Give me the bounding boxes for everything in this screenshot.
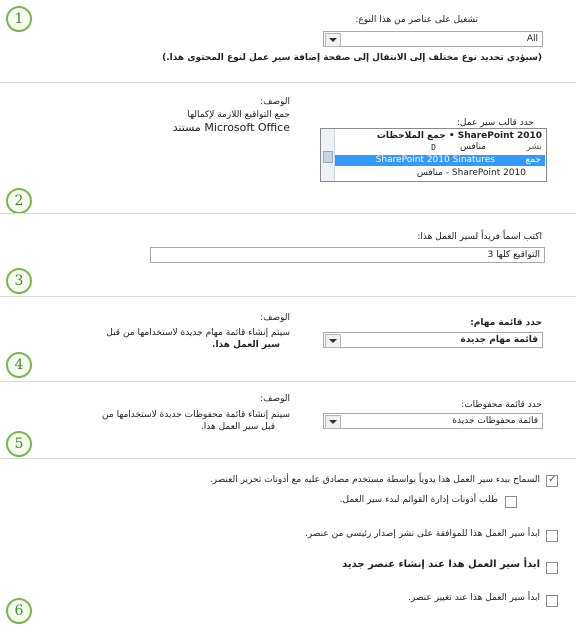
template-label: حدد قالب سير عمل: xyxy=(456,118,534,128)
content-type-select[interactable]: All xyxy=(323,31,543,47)
template-desc-line2: Microsoft Office مستند xyxy=(172,121,290,134)
step-6-badge: 6 xyxy=(6,598,32,624)
history-desc-line2: قبل سير العمل هذا. xyxy=(200,422,275,432)
step-2-badge: 2 xyxy=(6,188,32,214)
allow-manual-start-label: السماح ببدء سير العمل هذا يدوياً بواسطة … xyxy=(209,475,540,485)
history-list-select[interactable]: قائمة محفوظات جديدة xyxy=(323,413,543,429)
history-desc-line1: سيتم إنشاء قائمة محفوظات جديدة لاستخدامه… xyxy=(102,410,290,420)
divider xyxy=(0,213,576,214)
step-5-badge: 5 xyxy=(6,431,32,457)
start-on-publish-checkbox[interactable] xyxy=(546,530,558,542)
template-option[interactable]: SharePoint 2010 - منافس xyxy=(321,168,546,179)
step-4-badge: 4 xyxy=(6,352,32,378)
template-option[interactable]: منافس D xyxy=(321,142,546,153)
history-list-value: قائمة محفوظات جديدة xyxy=(452,416,538,426)
require-manage-lists-label: طلب أذونات إدارة القوائم لبدء سير العمل. xyxy=(339,495,498,505)
start-on-change-label: ابدأ سير العمل هذا عند تغيير عنصر. xyxy=(408,593,540,603)
start-on-create-label: ابدأ سير العمل هذا عند إنشاء عنصر جديد xyxy=(342,559,540,570)
chevron-down-icon[interactable] xyxy=(325,33,341,47)
chevron-down-icon[interactable] xyxy=(325,415,341,429)
content-type-label: تشغيل على عناصر من هذا النوع: xyxy=(355,15,478,25)
step-3-badge: 3 xyxy=(6,268,32,294)
content-type-value: All xyxy=(526,34,538,44)
task-list-select[interactable]: قائمة مهام جديدة xyxy=(323,332,543,348)
task-desc-line1: سيتم إنشاء قائمة مهام جديدة لاستخدامها م… xyxy=(106,328,290,338)
divider xyxy=(0,381,576,382)
step-1-badge: 1 xyxy=(6,6,32,32)
template-desc-heading: الوصف: xyxy=(260,97,290,107)
content-type-help: (سيؤدي تحديد نوع مختلف إلى الانتقال إلى … xyxy=(162,53,542,63)
require-manage-lists-checkbox[interactable] xyxy=(505,496,517,508)
chevron-down-icon[interactable] xyxy=(325,334,341,348)
workflow-name-input[interactable]: التواقيع كلها 3 xyxy=(150,247,545,263)
template-desc-line1: جمع التواقيع اللازمة لإكمالها xyxy=(187,110,290,120)
start-on-create-checkbox[interactable] xyxy=(546,562,558,574)
workflow-name-label: اكتب اسماً فريداً لسير العمل هذا: xyxy=(417,232,542,242)
task-list-value: قائمة مهام جديدة xyxy=(460,335,538,345)
start-on-publish-label: ابدأ سير العمل هذا للموافقة على نشر إصدا… xyxy=(305,529,540,539)
divider xyxy=(0,458,576,459)
task-desc-heading: الوصف: xyxy=(260,313,290,323)
task-list-label: حدد قائمة مهام: xyxy=(470,318,542,328)
start-on-change-checkbox[interactable] xyxy=(546,595,558,607)
task-desc-line2: سير العمل هذا. xyxy=(212,340,280,350)
divider xyxy=(0,82,576,83)
divider xyxy=(0,296,576,297)
allow-manual-start-checkbox[interactable] xyxy=(546,474,558,487)
workflow-template-list[interactable]: SharePoint 2010 • جمع الملاحظات نشر مناف… xyxy=(320,128,547,182)
history-desc-heading: الوصف: xyxy=(260,394,290,404)
template-option-selected[interactable]: جمع SharePoint 2010 Sinatures xyxy=(335,155,545,166)
template-option[interactable]: SharePoint 2010 • جمع الملاحظات xyxy=(321,131,546,142)
history-list-label: حدد قائمة محفوظات: xyxy=(461,400,542,410)
